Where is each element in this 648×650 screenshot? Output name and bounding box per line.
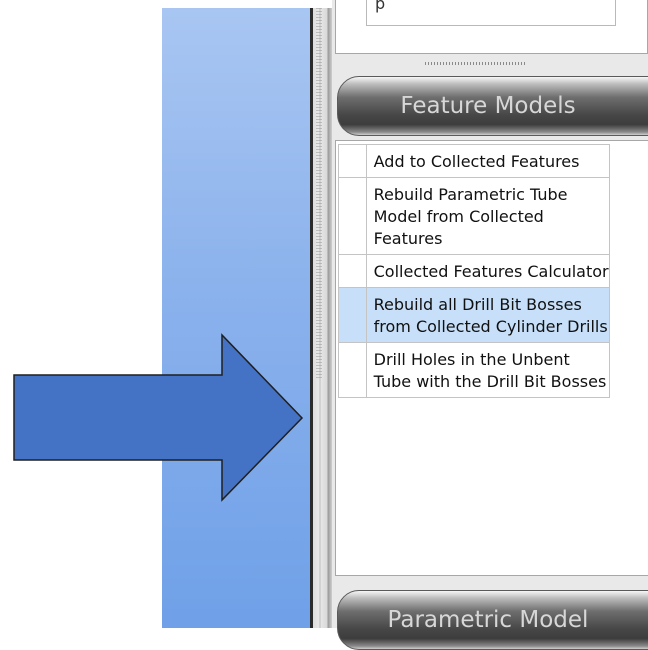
row-gutter bbox=[338, 177, 367, 255]
section-resize-handle[interactable] bbox=[335, 58, 648, 70]
list-item-label[interactable]: Rebuild all Drill Bit Bosses from Collec… bbox=[365, 287, 611, 343]
resize-grip bbox=[425, 62, 527, 65]
splitter-grip[interactable] bbox=[316, 8, 322, 380]
previous-section-list: p bbox=[335, 0, 648, 54]
list-item-selected[interactable]: Rebuild all Drill Bit Bosses from Collec… bbox=[338, 287, 611, 343]
list-item-label[interactable]: Rebuild Parametric Tube Model from Colle… bbox=[365, 177, 611, 255]
row-gutter bbox=[338, 342, 367, 398]
list-item[interactable]: Rebuild Parametric Tube Model from Colle… bbox=[338, 177, 611, 255]
row-gutter bbox=[338, 254, 367, 288]
list-item-label[interactable]: Add to Collected Features bbox=[365, 144, 611, 178]
row-gutter bbox=[338, 287, 367, 343]
list-item[interactable]: Collected Features Calculator bbox=[338, 254, 611, 288]
row-gutter bbox=[338, 144, 367, 178]
list-item-label[interactable]: Drill Holes in the Unbent Tube with the … bbox=[365, 342, 611, 398]
parametric-model-title: Parametric Model bbox=[387, 607, 589, 633]
previous-list-item-label: p bbox=[375, 0, 386, 13]
feature-models-title: Feature Models bbox=[400, 93, 576, 119]
feature-models-header[interactable]: Feature Models bbox=[337, 76, 648, 136]
feature-models-table: Add to Collected Features Rebuild Parame… bbox=[338, 144, 611, 398]
list-item-label[interactable]: Collected Features Calculator bbox=[365, 254, 611, 288]
left-blue-panel bbox=[162, 8, 310, 628]
previous-list-item[interactable]: p bbox=[366, 0, 616, 26]
parametric-model-header[interactable]: Parametric Model bbox=[337, 590, 648, 650]
list-item[interactable]: Add to Collected Features bbox=[338, 144, 611, 178]
list-item[interactable]: Drill Holes in the Unbent Tube with the … bbox=[338, 342, 611, 398]
